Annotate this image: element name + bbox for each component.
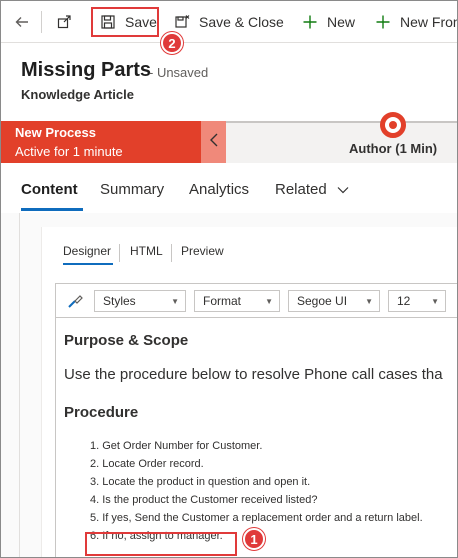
- chevron-left-icon: [209, 133, 219, 152]
- new-button[interactable]: New: [301, 7, 355, 37]
- callout-badge-2: 2: [161, 32, 183, 54]
- plus-icon: [374, 13, 392, 31]
- save-and-close-button[interactable]: Save & Close: [173, 7, 284, 37]
- caret-down-icon: ▼: [171, 297, 179, 306]
- page-title: Missing Parts: [21, 59, 152, 81]
- process-flyout[interactable]: New Process Active for 1 minute: [1, 121, 201, 163]
- collapse-process-button[interactable]: [201, 121, 226, 163]
- tab-separator: [119, 244, 120, 262]
- callout-badge-1: 1: [243, 528, 265, 550]
- caret-down-icon: ▼: [365, 297, 373, 306]
- tab-separator: [171, 244, 172, 262]
- plus-icon: [301, 13, 319, 31]
- save-status: - Unsaved: [149, 65, 209, 80]
- active-stage-icon[interactable]: [380, 112, 406, 138]
- active-editor-tab-indicator: [63, 263, 113, 265]
- process-track: [226, 121, 457, 123]
- font-size-dropdown[interactable]: 12 ▼: [388, 290, 446, 312]
- list-item: 1. Get Order Number for Customer.: [90, 440, 263, 452]
- active-tab-indicator: [21, 208, 83, 211]
- save-close-icon: [173, 13, 191, 31]
- section-divider: [19, 213, 20, 557]
- tab-analytics[interactable]: Analytics: [189, 181, 249, 198]
- back-arrow-icon[interactable]: [9, 9, 35, 35]
- rich-text-editor[interactable]: Styles ▼ Format ▼ Segoe UI ▼ 12 ▼ Purpos…: [55, 283, 457, 557]
- tab-summary[interactable]: Summary: [100, 181, 164, 198]
- new-label: New: [327, 14, 356, 30]
- font-size-value: 12: [397, 294, 411, 308]
- tab-html[interactable]: HTML: [130, 244, 163, 258]
- format-painter-icon[interactable]: [66, 292, 84, 315]
- business-process-bar: New Process Active for 1 minute Author (…: [1, 112, 457, 163]
- process-active-time: Active for 1 minute: [15, 144, 123, 159]
- list-item: 4. Is the product the Customer received …: [90, 494, 318, 506]
- entity-name: Knowledge Article: [21, 87, 134, 102]
- stage-name: Author: [349, 141, 392, 156]
- form-tabs: Content Summary Analytics Related: [1, 167, 457, 213]
- caret-down-icon: ▼: [265, 297, 273, 306]
- open-in-new-window-icon[interactable]: [51, 9, 77, 35]
- tab-designer[interactable]: Designer: [63, 244, 111, 258]
- command-bar: Save Save & Close New New From: [1, 1, 457, 43]
- styles-value: Styles: [103, 294, 136, 308]
- save-close-label: Save & Close: [199, 14, 284, 30]
- format-dropdown[interactable]: Format ▼: [194, 290, 280, 312]
- step-highlight-box: [85, 532, 237, 556]
- tab-content[interactable]: Content: [21, 181, 78, 198]
- tab-preview[interactable]: Preview: [181, 244, 224, 258]
- chevron-down-icon: [337, 181, 349, 198]
- new-from-button[interactable]: New From: [374, 7, 457, 37]
- stage-author[interactable]: Author (1 Min): [349, 141, 437, 156]
- styles-dropdown[interactable]: Styles ▼: [94, 290, 186, 312]
- format-value: Format: [203, 294, 242, 308]
- font-dropdown[interactable]: Segoe UI ▼: [288, 290, 380, 312]
- intro-paragraph: Use the procedure below to resolve Phone…: [64, 366, 443, 383]
- process-name: New Process: [15, 125, 96, 140]
- save-highlight-box: [91, 7, 159, 37]
- editor-toolbar: Styles ▼ Format ▼ Segoe UI ▼ 12 ▼: [56, 284, 457, 318]
- caret-down-icon: ▼: [431, 297, 439, 306]
- toolbar-divider: [41, 11, 42, 33]
- tab-related-label: Related: [275, 181, 327, 198]
- font-value: Segoe UI: [297, 294, 348, 308]
- section-heading: Purpose & Scope: [64, 332, 189, 349]
- app-window: Save Save & Close New New From 2 Missing…: [0, 0, 458, 558]
- stage-duration: (1 Min): [395, 141, 438, 156]
- procedure-heading: Procedure: [64, 404, 139, 421]
- list-item: 2. Locate Order record.: [90, 458, 204, 470]
- tab-related[interactable]: Related: [275, 181, 349, 198]
- list-item: 3. Locate the product in question and op…: [90, 476, 311, 488]
- new-from-label: New From: [400, 14, 457, 30]
- stage-dot-center: [389, 121, 397, 129]
